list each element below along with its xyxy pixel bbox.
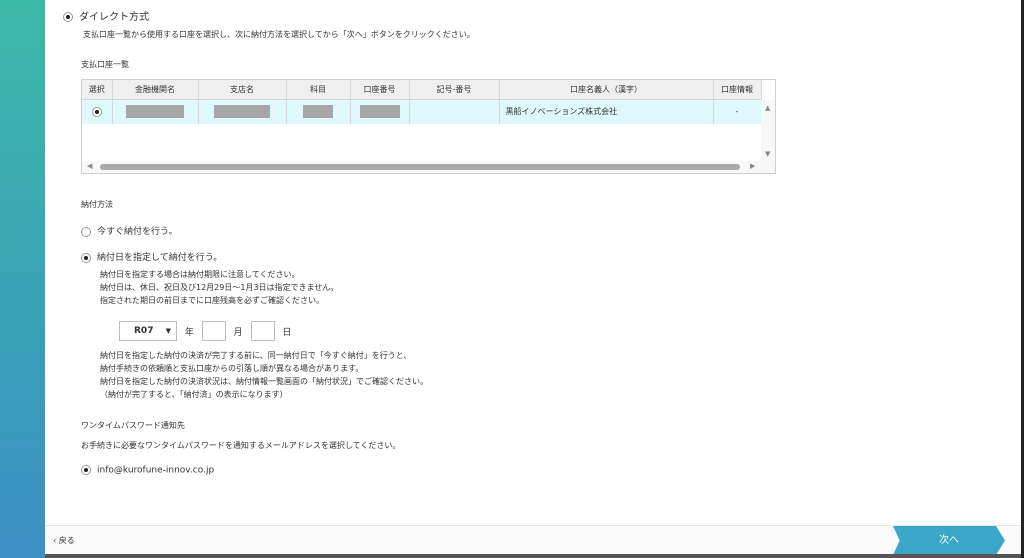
chevron-down-icon: ▼ xyxy=(165,327,171,335)
scroll-right-arrow-icon[interactable]: ▶ xyxy=(750,162,755,170)
settlement-notice-line: 納付日を指定した納付の決済が完了する前に、同一納付日で「今すぐ納付」を行うと、 xyxy=(100,351,412,360)
payment-method-label: 納付方法 xyxy=(81,200,113,209)
account-number-cell xyxy=(350,99,410,124)
otp-email-radio[interactable] xyxy=(81,465,91,475)
day-input[interactable] xyxy=(250,321,275,341)
horizontal-scrollbar[interactable]: ◀ ▶ xyxy=(82,161,775,173)
next-button[interactable]: 次へ xyxy=(893,526,1005,555)
direct-method-title: ダイレクト方式 xyxy=(79,12,149,23)
redacted-account-number xyxy=(359,105,400,119)
left-accent-bar xyxy=(0,0,45,558)
pay-on-date-radio[interactable] xyxy=(81,252,91,263)
horizontal-scroll-thumb[interactable] xyxy=(100,164,740,170)
pay-on-date-option[interactable]: 納付日を指定して納付を行う。 xyxy=(81,250,222,263)
date-notice: 納付日を指定する場合は納付期限に注意してください。 納付日は、休日、祝日及び12… xyxy=(100,268,338,307)
scroll-up-arrow-icon[interactable]: ▲ xyxy=(765,104,770,112)
main-content: ダイレクト方式 支払口座一覧から使用する口座を選択し、次に納付方法を選択してから… xyxy=(45,0,1021,525)
branch-name-cell xyxy=(198,99,287,124)
col-header-type: 科目 xyxy=(286,80,351,100)
col-header-account-number: 口座番号 xyxy=(350,80,410,100)
account-table: 選択 金融機関名 支店名 科目 口座番号 記号-番号 口座名義人（漢字） 口座情… xyxy=(81,79,776,174)
back-button-label: 戻る xyxy=(58,536,75,545)
year-unit: 年 xyxy=(184,327,194,338)
day-unit: 日 xyxy=(282,327,292,338)
settlement-notice-line: 納付手続きの依頼順と支払口座からの引落し順が異なる場合があります。 xyxy=(100,364,364,373)
redacted-account-type xyxy=(303,105,333,119)
symbol-number-cell xyxy=(409,99,500,124)
account-info-cell: - xyxy=(713,99,762,124)
otp-destination-description: お手続きに必要なワンタイムパスワードを通知するメールアドレスを選択してください。 xyxy=(81,441,401,450)
col-header-bank: 金融機関名 xyxy=(112,80,199,100)
date-notice-line: 納付日は、休日、祝日及び12月29日～1月3日は指定できません。 xyxy=(100,283,339,292)
direct-method-description: 支払口座一覧から使用する口座を選択し、次に納付方法を選択してから「次へ」ボタンを… xyxy=(83,30,475,39)
footer-bar: ‹ 戻る 次へ xyxy=(45,525,1021,555)
otp-email-option[interactable]: info@kurofune-innov.co.jp xyxy=(81,465,214,476)
otp-destination-label: ワンタイムパスワード通知先 xyxy=(81,421,185,430)
pay-now-option[interactable]: 今すぐ納付を行う。 xyxy=(81,224,177,237)
pay-now-radio[interactable] xyxy=(81,226,91,237)
era-select[interactable]: R07 ▼ xyxy=(119,321,177,341)
vertical-scrollbar[interactable]: ▲ ▼ xyxy=(761,100,775,162)
col-header-info: 口座情報 xyxy=(713,80,762,100)
scroll-left-arrow-icon[interactable]: ◀ xyxy=(87,162,92,170)
date-notice-line: 指定された期日の前日までに口座残高を必ずご確認ください。 xyxy=(100,296,324,305)
month-input[interactable] xyxy=(201,321,226,341)
col-header-holder: 口座名義人（漢字） xyxy=(499,80,714,100)
direct-method-radio[interactable] xyxy=(63,12,73,22)
holder-name-cell: 黒船イノベーションズ株式会社 xyxy=(499,99,714,124)
account-list-label: 支払口座一覧 xyxy=(81,60,129,69)
pay-on-date-label: 納付日を指定して納付を行う。 xyxy=(97,253,223,263)
account-table-grid: 選択 金融機関名 支店名 科目 口座番号 記号-番号 口座名義人（漢字） 口座情… xyxy=(82,80,762,124)
bank-name-cell xyxy=(112,99,199,124)
bottom-edge-strip xyxy=(45,554,1021,558)
back-button[interactable]: ‹ 戻る xyxy=(53,535,75,546)
col-header-select: 選択 xyxy=(82,80,113,100)
redacted-branch-name xyxy=(214,105,270,119)
payment-date-row: R07 ▼ 年 月 日 xyxy=(119,321,296,343)
account-type-cell xyxy=(286,99,351,124)
scroll-down-arrow-icon[interactable]: ▼ xyxy=(765,150,770,158)
col-header-symbol-number: 記号-番号 xyxy=(409,80,500,100)
settlement-notice-line: 納付日を指定した納付の決済状況は、納付情報一覧画面の「納付状況」でご確認ください… xyxy=(100,377,428,386)
row-select-cell[interactable] xyxy=(82,99,113,124)
direct-method-option[interactable]: ダイレクト方式 xyxy=(63,8,149,23)
pay-now-label: 今すぐ納付を行う。 xyxy=(97,227,178,237)
date-notice-line: 納付日を指定する場合は納付期限に注意してください。 xyxy=(100,270,300,279)
settlement-notice-line: （納付が完了すると、「納付済」の表示になります） xyxy=(100,390,288,399)
settlement-notice: 納付日を指定した納付の決済が完了する前に、同一納付日で「今すぐ納付」を行うと、 … xyxy=(100,349,428,401)
otp-email-address: info@kurofune-innov.co.jp xyxy=(97,465,215,476)
col-header-branch: 支店名 xyxy=(198,80,287,100)
table-header-row: 選択 金融機関名 支店名 科目 口座番号 記号-番号 口座名義人（漢字） 口座情… xyxy=(82,80,762,100)
month-unit: 月 xyxy=(233,327,243,338)
account-select-radio[interactable] xyxy=(91,106,102,117)
era-value: R07 xyxy=(134,326,154,336)
table-row[interactable]: 黒船イノベーションズ株式会社 - xyxy=(82,99,762,124)
redacted-bank-name xyxy=(126,105,184,119)
